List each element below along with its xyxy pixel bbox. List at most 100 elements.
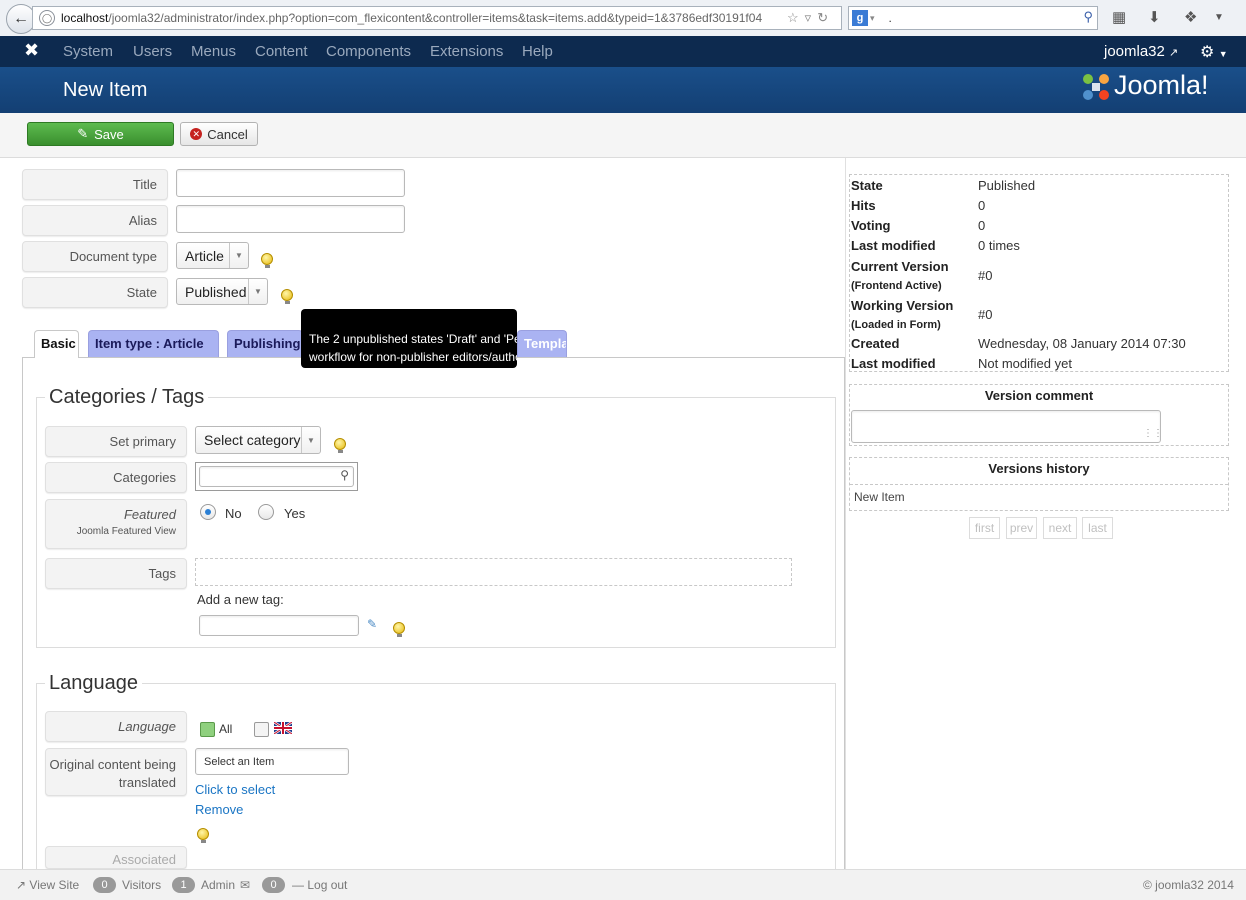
help-bulb-icon[interactable] (197, 828, 209, 843)
url-host: localhost (61, 11, 109, 25)
set-primary-value: Select category (204, 432, 301, 448)
menu-content[interactable]: Content (255, 43, 308, 60)
version-comment-title: Version comment (984, 388, 1094, 403)
info-voting-key: Voting (851, 218, 891, 233)
info-created-value: Wednesday, 08 January 2014 07:30 (978, 336, 1186, 351)
search-icon: ⚲ (340, 468, 349, 482)
info-lastmod2-key: Last modified (851, 356, 936, 371)
joomla-logo-icon (1083, 74, 1109, 100)
external-link-icon: ↗ (1169, 47, 1179, 59)
browser-search-box[interactable]: g ▾ . ⚲ (848, 6, 1098, 30)
menu-users[interactable]: Users (133, 43, 172, 60)
pager-prev[interactable]: prev (1006, 517, 1037, 539)
cancel-button[interactable]: ✕ Cancel (180, 122, 258, 146)
title-input[interactable] (176, 169, 405, 197)
chevron-down-icon: ▼ (248, 279, 267, 304)
current-version-title: Current Version (851, 259, 949, 274)
original-content-line-1: Original content being (49, 757, 176, 772)
language-legend: Language (45, 672, 142, 695)
save-button[interactable]: ✎ Save (27, 122, 174, 146)
search-icon[interactable]: ⚲ (1083, 9, 1093, 25)
external-link-icon: ↗ (16, 878, 27, 892)
menu-help[interactable]: Help (522, 43, 553, 60)
envelope-icon[interactable]: ✉ (240, 878, 250, 892)
tooltip-line-2: workflow for non-publisher editors/autho… (309, 350, 517, 364)
working-version-sub: (Loaded in Form) (851, 319, 941, 331)
version-comment-textarea[interactable] (851, 410, 1161, 443)
help-bulb-icon[interactable] (281, 289, 293, 304)
bookmark-star-icon[interactable]: ☆ (787, 10, 799, 26)
user-link[interactable]: joomla32 ↗ (1104, 43, 1178, 60)
info-lastmod-key: Last modified (851, 238, 936, 253)
page-title: New Item (63, 79, 148, 101)
info-working-version-value: #0 (978, 307, 993, 322)
click-to-select-link[interactable]: Click to select (195, 782, 275, 797)
tags-list (195, 558, 792, 586)
remove-link[interactable]: Remove (195, 802, 243, 817)
download-icon[interactable]: ⬇ (1148, 8, 1161, 26)
admin-menu-bar (0, 36, 1246, 67)
categories-search-input[interactable] (199, 466, 354, 487)
add-tag-icon[interactable]: ✎ (367, 617, 377, 631)
language-en-checkbox[interactable] (254, 722, 269, 737)
cancel-label: Cancel (207, 126, 248, 142)
menu-extensions[interactable]: Extensions (430, 43, 503, 60)
visitors-count-badge: 0 (93, 877, 116, 893)
pager-next[interactable]: next (1043, 517, 1077, 539)
info-lastmod-value: 0 times (978, 238, 1020, 253)
info-current-version-value: #0 (978, 268, 993, 283)
extension-icon[interactable]: ❖ (1184, 8, 1197, 26)
gear-icon[interactable]: ⚙ ▼ (1200, 42, 1228, 62)
help-bulb-icon[interactable] (334, 438, 346, 453)
tooltip-line-1: The 2 unpublished states 'Draft' and 'Pe… (309, 332, 517, 346)
working-version-title: Working Version (851, 298, 954, 313)
new-tag-input[interactable] (199, 615, 359, 636)
featured-yes-radio[interactable] (258, 504, 274, 520)
minus-icon: — (292, 878, 304, 892)
browser-search-value: . (888, 11, 892, 25)
globe-icon: ◯ (39, 10, 55, 26)
uk-flag-icon (274, 722, 292, 734)
menu-dropdown-icon[interactable]: ▼ (1214, 12, 1224, 23)
tab-publishing[interactable]: Publishing (227, 330, 303, 357)
tab-basic[interactable]: Basic (34, 330, 79, 358)
categories-multiselect[interactable]: ⚲ (195, 462, 358, 491)
column-divider (845, 158, 846, 869)
pager-last[interactable]: last (1082, 517, 1113, 539)
menu-menus[interactable]: Menus (191, 43, 236, 60)
page-header (0, 67, 1246, 113)
view-site-link[interactable]: ↗ View Site (16, 878, 79, 892)
tab-template[interactable]: Template (517, 330, 567, 357)
pager-first[interactable]: first (969, 517, 1000, 539)
help-bulb-icon[interactable] (261, 253, 273, 268)
menu-system[interactable]: System (63, 43, 113, 60)
messages-count-badge: 0 (262, 877, 285, 893)
help-bulb-icon[interactable] (393, 622, 405, 637)
state-select[interactable]: Published ▼ (176, 278, 268, 305)
language-all-checkbox[interactable] (200, 722, 215, 737)
addon-icon[interactable]: ▦ (1112, 8, 1126, 26)
select-item-field[interactable]: Select an Item (195, 748, 349, 775)
tags-label: Tags (45, 558, 187, 589)
menu-components[interactable]: Components (326, 43, 411, 60)
set-primary-label: Set primary (45, 426, 187, 457)
joomla-x-icon[interactable]: ✖ (24, 40, 39, 61)
dropdown-arrow-icon[interactable]: ▿ (805, 10, 812, 26)
info-state-value: Published (978, 178, 1036, 193)
address-bar[interactable]: ◯ localhost/joomla32/administrator/index… (32, 6, 842, 30)
versions-history-title: Versions history (988, 461, 1090, 476)
view-site-label: View Site (29, 878, 80, 892)
search-engine-dropdown-icon[interactable]: ▾ (870, 13, 875, 24)
reload-icon[interactable]: ↻ (817, 10, 828, 26)
associated-translations-label: Associated translations (45, 846, 187, 869)
admin-label: Admin (201, 878, 236, 892)
featured-no-radio[interactable] (200, 504, 216, 520)
joomla-logo-text: Joomla! (1114, 70, 1209, 100)
alias-input[interactable] (176, 205, 405, 233)
resize-grip-icon[interactable]: ⋮⋮ (1143, 428, 1163, 439)
info-hits-value: 0 (978, 198, 986, 213)
tab-item-type[interactable]: Item type : Article (88, 330, 219, 357)
doctype-select[interactable]: Article ▼ (176, 242, 249, 269)
logout-link[interactable]: — Log out (292, 878, 347, 892)
set-primary-select[interactable]: Select category ▼ (195, 426, 321, 454)
